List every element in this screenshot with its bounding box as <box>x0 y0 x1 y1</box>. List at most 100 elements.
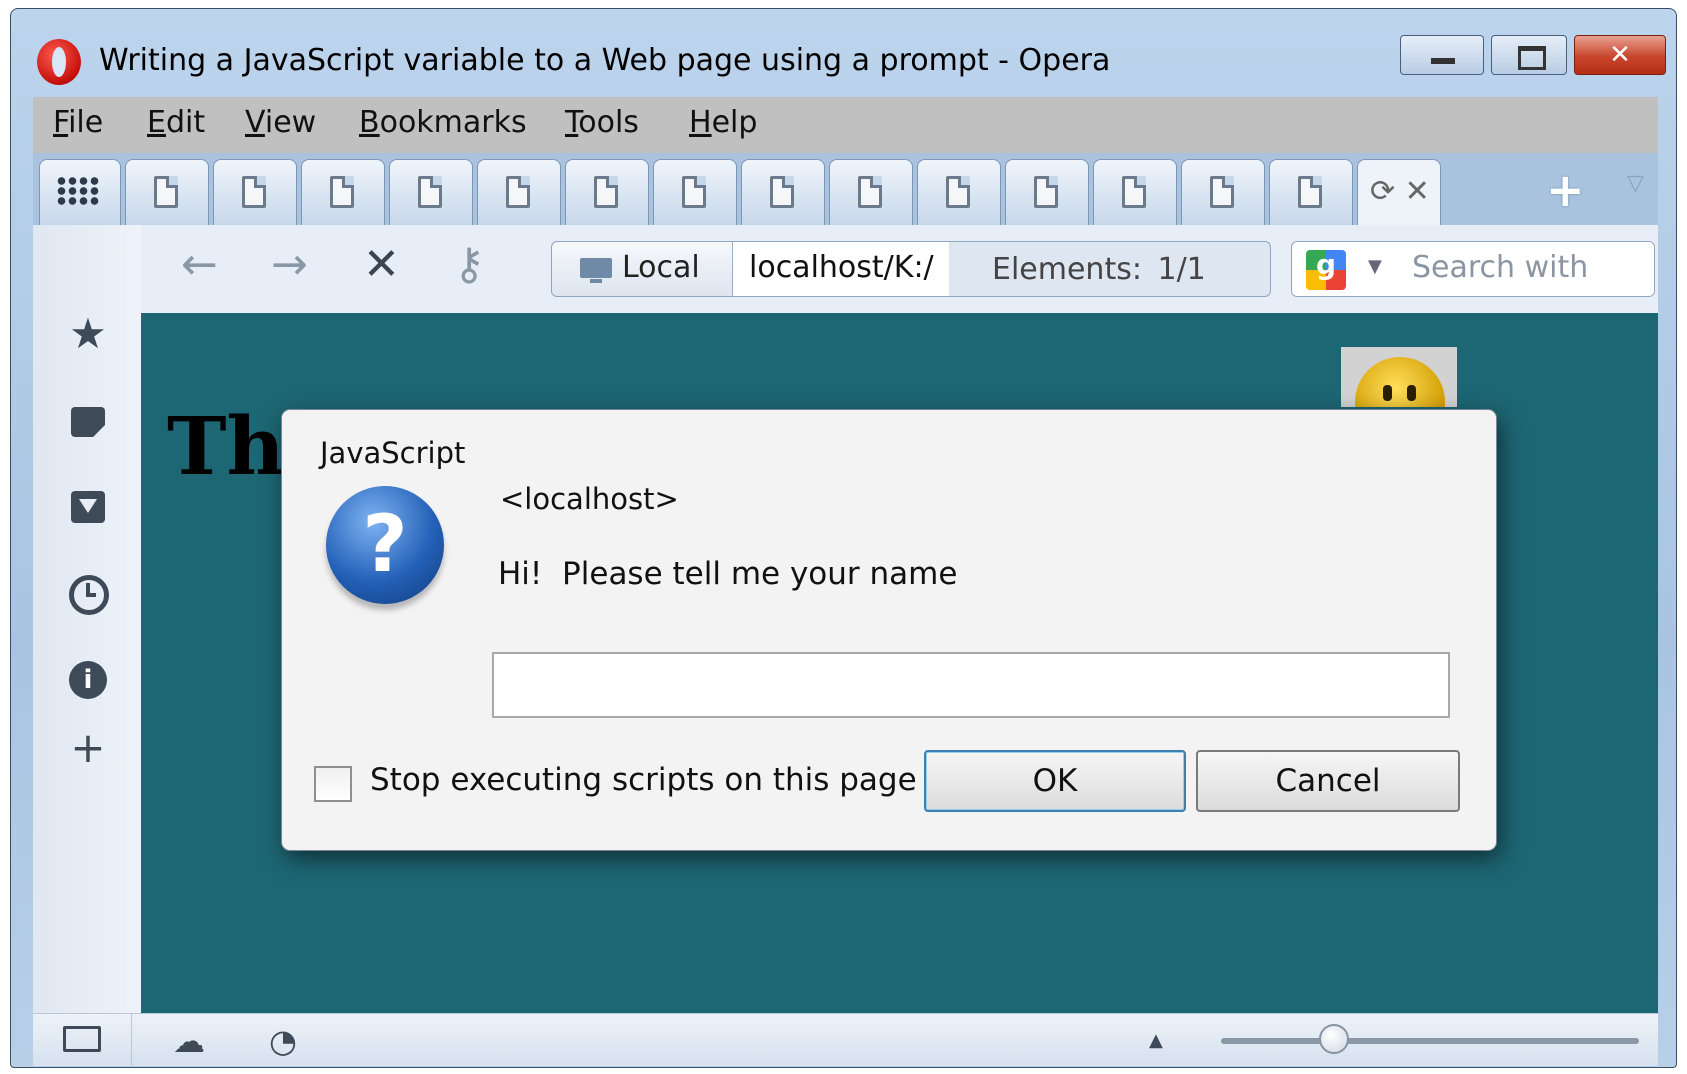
menu-tools-accel: T <box>565 105 579 140</box>
page-icon <box>418 176 442 208</box>
zoom-slider-handle[interactable] <box>1318 1024 1349 1054</box>
forward-icon[interactable]: → <box>271 239 308 290</box>
menu-help-label: elp <box>711 105 758 140</box>
tab[interactable] <box>1181 159 1265 225</box>
maximize-icon <box>1518 46 1546 70</box>
stop-scripts-label[interactable]: Stop executing scripts on this page <box>370 762 917 798</box>
page-icon <box>330 176 354 208</box>
search-field[interactable]: ▼ Search with <box>1291 241 1655 297</box>
stop-scripts-checkbox[interactable] <box>314 766 352 802</box>
page-image <box>1341 347 1457 407</box>
menu-edit[interactable]: Edit <box>147 105 205 140</box>
new-tab-icon[interactable]: + <box>1546 163 1585 217</box>
dialog-origin: <localhost> <box>500 482 679 516</box>
elements-count: Elements: 1/1 <box>992 252 1206 287</box>
tab[interactable] <box>301 159 385 225</box>
menu-file[interactable]: File <box>53 105 103 140</box>
site-badge-label: Local <box>622 250 700 285</box>
page-icon <box>946 176 970 208</box>
menu-view[interactable]: View <box>245 105 316 140</box>
panel-toggle-icon <box>63 1026 101 1052</box>
tab[interactable] <box>477 159 561 225</box>
menu-file-label: ile <box>68 105 104 140</box>
page-icon <box>594 176 618 208</box>
address-bar: Local localhost/K:/ Elements: 1/1 <box>551 241 1271 297</box>
title-bar: Writing a JavaScript variable to a Web p… <box>11 9 1676 87</box>
address-toolbar: ← → ✕ ⚷ Local localhost/K:/ Elements: 1/… <box>33 225 1658 313</box>
smiley-icon <box>1355 357 1445 407</box>
menu-edit-label: dit <box>165 105 206 140</box>
tab[interactable] <box>1093 159 1177 225</box>
stop-icon[interactable]: ✕ <box>363 239 400 290</box>
menu-tools-label: ools <box>578 105 639 140</box>
maximize-button[interactable] <box>1491 35 1567 75</box>
url-text: localhost/K:/ <box>749 250 934 285</box>
back-icon[interactable]: ← <box>181 239 218 290</box>
tab-bar: ⟳ ✕ + ▽ <box>33 153 1658 225</box>
info-icon[interactable]: i <box>65 657 111 703</box>
window-title: Writing a JavaScript variable to a Web p… <box>99 43 1111 78</box>
search-placeholder: Search with <box>1412 250 1589 285</box>
bookmarks-icon[interactable]: ★ <box>65 311 111 357</box>
tab[interactable] <box>213 159 297 225</box>
page-icon <box>154 176 178 208</box>
menu-file-accel: F <box>53 105 69 140</box>
notes-icon[interactable] <box>65 399 111 445</box>
close-icon: ✕ <box>1609 40 1631 70</box>
minimize-button[interactable] <box>1400 35 1484 75</box>
menu-help[interactable]: Help <box>689 105 757 140</box>
tab[interactable] <box>1269 159 1353 225</box>
page-icon <box>1210 176 1234 208</box>
page-icon <box>506 176 530 208</box>
ok-button[interactable]: OK <box>924 750 1186 812</box>
page-icon <box>1122 176 1146 208</box>
opera-logo-icon[interactable] <box>37 39 81 85</box>
site-info-badge[interactable]: Local <box>552 242 733 296</box>
zoom-menu-icon[interactable]: ▲ <box>1149 1030 1163 1051</box>
zoom-slider[interactable] <box>1221 1024 1639 1054</box>
wand-key-icon[interactable]: ⚷ <box>453 239 485 290</box>
chevron-down-icon[interactable]: ▼ <box>1368 256 1382 277</box>
menu-bookmarks[interactable]: Bookmarks <box>359 105 527 140</box>
tab[interactable] <box>829 159 913 225</box>
monitor-icon <box>580 258 612 283</box>
menu-bookmarks-accel: B <box>359 105 380 140</box>
menu-bookmarks-label: ookmarks <box>379 105 527 140</box>
dialog-title: JavaScript <box>320 436 466 470</box>
status-bar: ☁ ◔ ▲ <box>33 1013 1658 1066</box>
close-window-button[interactable]: ✕ <box>1574 35 1666 75</box>
downloads-icon[interactable] <box>65 485 111 531</box>
page-icon <box>242 176 266 208</box>
menu-tools[interactable]: Tools <box>565 105 639 140</box>
tab[interactable] <box>565 159 649 225</box>
tab-loading-close-icon[interactable]: ⟳ ✕ <box>1370 174 1430 209</box>
cancel-button[interactable]: Cancel <box>1196 750 1460 812</box>
menu-view-accel: V <box>245 105 265 140</box>
tab[interactable] <box>653 159 737 225</box>
history-icon[interactable] <box>65 571 111 617</box>
url-field[interactable]: localhost/K:/ <box>733 242 949 296</box>
tab[interactable] <box>1005 159 1089 225</box>
opera-unite-icon[interactable]: ☁ <box>173 1022 205 1060</box>
page-icon <box>858 176 882 208</box>
tab-speed-dial[interactable] <box>39 159 121 225</box>
tab[interactable] <box>389 159 473 225</box>
tab-active[interactable]: ⟳ ✕ <box>1357 159 1441 225</box>
tab[interactable] <box>125 159 209 225</box>
page-icon <box>682 176 706 208</box>
speed-dial-icon <box>56 176 100 206</box>
page-icon <box>770 176 794 208</box>
page-icon <box>1034 176 1058 208</box>
opera-turbo-icon[interactable]: ◔ <box>269 1022 297 1060</box>
tab[interactable] <box>917 159 1001 225</box>
add-panel-icon[interactable]: + <box>65 725 111 771</box>
panel-toggle-button[interactable] <box>33 1014 132 1066</box>
menu-edit-accel: E <box>147 105 166 140</box>
dialog-message: Hi! Please tell me your name <box>498 556 958 592</box>
side-panel: ★ i + <box>33 225 141 1013</box>
question-icon: ? <box>326 486 444 604</box>
tab[interactable] <box>741 159 825 225</box>
tab-list-icon[interactable]: ▽ <box>1627 171 1644 196</box>
prompt-input[interactable] <box>492 652 1450 718</box>
google-icon[interactable] <box>1306 248 1346 290</box>
